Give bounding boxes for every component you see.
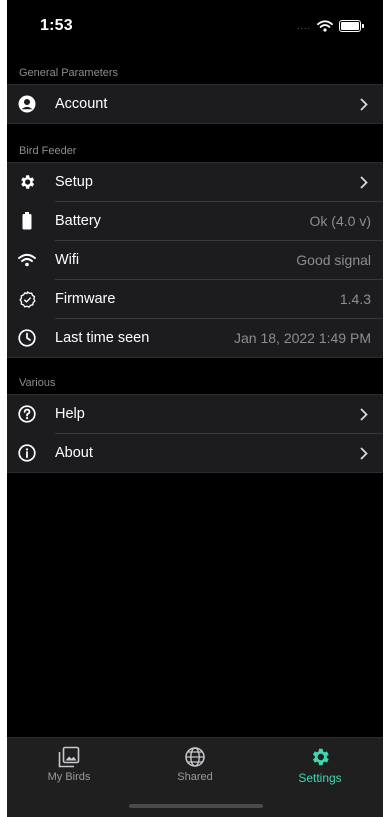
section-header-various: Various	[19, 377, 56, 389]
chevron-right-icon	[357, 446, 371, 460]
section-header-bird-feeder: Bird Feeder	[19, 145, 77, 157]
row-wifi-value: Good signal	[296, 252, 371, 268]
row-setup[interactable]: Setup	[21, 163, 383, 202]
home-indicator	[129, 804, 263, 808]
help-circle-icon	[17, 404, 37, 424]
chevron-right-icon	[357, 175, 371, 189]
wifi-icon	[17, 250, 37, 270]
row-help[interactable]: Help	[18, 395, 383, 434]
row-setup-label: Setup	[55, 174, 93, 190]
row-battery-value: Ok (4.0 v)	[309, 213, 371, 229]
chevron-right-icon	[357, 407, 371, 421]
gear-icon	[17, 172, 37, 192]
photo-library-icon	[58, 746, 80, 768]
tab-settings[interactable]: Settings	[270, 746, 370, 785]
wifi-icon	[317, 20, 333, 32]
tab-shared[interactable]: Shared	[145, 746, 245, 783]
row-firmware-label: Firmware	[55, 291, 116, 307]
status-indicators: ....	[296, 20, 364, 32]
row-about-label: About	[55, 445, 93, 461]
row-help-label: Help	[55, 406, 85, 422]
battery-icon	[339, 20, 364, 32]
row-battery: Battery Ok (4.0 v)	[22, 202, 383, 241]
row-last-time-seen-label: Last time seen	[55, 330, 150, 346]
badge-check-icon	[17, 289, 37, 309]
status-time: 1:53	[40, 17, 73, 34]
cellular-signal-icon: ....	[296, 21, 311, 31]
info-circle-icon	[17, 443, 37, 463]
globe-icon	[185, 747, 205, 767]
group-general: Account	[7, 84, 383, 124]
row-last-time-seen-value: Jan 18, 2022 1:49 PM	[234, 330, 371, 346]
row-battery-label: Battery	[55, 213, 101, 229]
tab-bar: My Birds Shared Settings	[7, 737, 383, 817]
status-bar: 1:53 ....	[7, 0, 383, 54]
row-about[interactable]: About	[18, 434, 383, 472]
section-header-general: General Parameters	[19, 67, 119, 79]
chevron-right-icon	[357, 97, 371, 111]
tab-settings-label: Settings	[298, 771, 342, 785]
group-various: Help About	[7, 394, 383, 473]
row-wifi-label: Wifi	[55, 252, 80, 268]
row-account[interactable]: Account	[18, 85, 383, 123]
clock-icon	[17, 328, 37, 348]
battery-icon	[17, 211, 37, 231]
tab-my-birds-label: My Birds	[47, 771, 91, 783]
row-firmware: Firmware 1.4.3	[18, 280, 383, 319]
row-account-label: Account	[55, 96, 108, 112]
gear-icon	[312, 748, 329, 766]
row-firmware-value: 1.4.3	[339, 291, 371, 307]
settings-screen: 1:53 .... General Parameters Account Bir…	[7, 0, 383, 817]
tab-shared-label: Shared	[177, 771, 213, 783]
row-wifi: Wifi Good signal	[18, 241, 383, 280]
row-last-time-seen: Last time seen Jan 18, 2022 1:49 PM	[18, 319, 383, 357]
user-circle-icon	[17, 94, 37, 114]
group-bird-feeder: Setup Battery Ok (4.0 v) Wifi Good signa…	[7, 162, 383, 358]
tab-my-birds[interactable]: My Birds	[19, 746, 119, 783]
